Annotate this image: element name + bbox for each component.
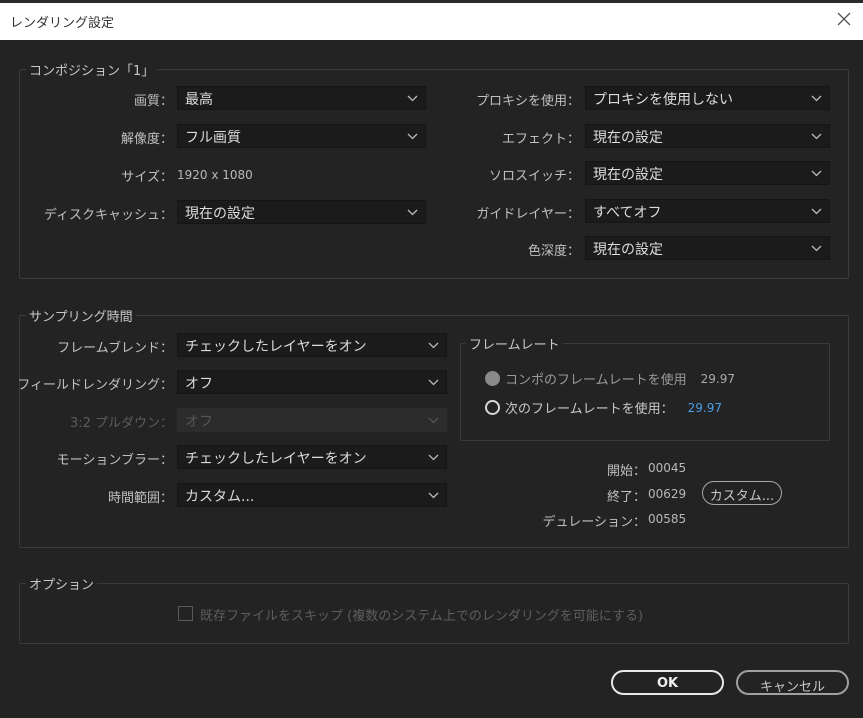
color-depth-select[interactable]: 現在の設定: [585, 236, 830, 260]
frame-rate-title: フレームレート: [466, 334, 563, 353]
disk-cache-value: 現在の設定: [185, 206, 255, 222]
solo-value: 現在の設定: [593, 167, 663, 183]
chevron-down-icon: [428, 492, 439, 499]
options-title: オプション: [26, 574, 98, 593]
sampling-title: サンプリング時間: [26, 306, 136, 325]
title-bar: レンダリング設定: [0, 0, 863, 40]
composition-title: コンポジション「1」: [26, 60, 158, 79]
effects-label: エフェクト：: [501, 132, 580, 147]
color-depth-value: 現在の設定: [593, 242, 663, 258]
quality-select[interactable]: 最高: [177, 86, 426, 110]
motion-blur-value: チェックしたレイヤーをオン: [185, 451, 367, 467]
color-depth-label: 色深度：: [527, 244, 580, 259]
quality-value: 最高: [185, 92, 213, 108]
chevron-down-icon: [407, 133, 418, 140]
end-value: 00629: [648, 487, 687, 501]
pulldown-select: オフ: [177, 408, 447, 432]
size-value: 1920 x 1080: [177, 168, 253, 182]
time-span-label: 時間範囲：: [107, 491, 173, 506]
guide-layers-value: すべてオフ: [593, 205, 662, 221]
motion-blur-select[interactable]: チェックしたレイヤーをオン: [177, 445, 447, 469]
chevron-down-icon: [428, 454, 439, 461]
chevron-down-icon: [811, 95, 822, 102]
use-comp-rate-label: コンポのフレームレートを使用: [505, 373, 687, 388]
use-comp-rate-radio[interactable]: コンポのフレームレートを使用 29.97: [485, 369, 735, 388]
chevron-down-icon: [811, 245, 822, 252]
skip-existing-checkbox[interactable]: [178, 606, 193, 621]
resolution-label: 解像度：: [120, 132, 173, 147]
field-render-value: オフ: [185, 376, 213, 392]
size-label: サイズ：: [121, 170, 173, 185]
resolution-value: フル画質: [185, 130, 241, 146]
custom-button[interactable]: カスタム...: [702, 481, 782, 505]
chevron-down-icon: [811, 170, 822, 177]
disk-cache-label: ディスクキャッシュ：: [43, 208, 173, 223]
proxy-label: プロキシを使用：: [475, 94, 580, 109]
end-label: 終了：: [606, 490, 646, 505]
time-span-value: カスタム...: [185, 489, 255, 505]
skip-existing-label: 既存ファイルをスキップ (複数のシステム上でのレンダリングを可能にする): [200, 609, 644, 624]
motion-blur-label: モーションブラー：: [56, 453, 173, 468]
resolution-select[interactable]: フル画質: [177, 124, 426, 148]
chevron-down-icon: [428, 342, 439, 349]
radio-icon: [485, 400, 500, 415]
proxy-select[interactable]: プロキシを使用しない: [585, 86, 830, 110]
frame-rate-group: [460, 343, 830, 441]
effects-value: 現在の設定: [593, 130, 663, 146]
quality-label: 画質：: [133, 94, 173, 109]
duration-value: 00585: [648, 512, 687, 526]
frame-blend-value: チェックしたレイヤーをオン: [185, 339, 367, 355]
chevron-down-icon: [407, 209, 418, 216]
start-value: 00045: [648, 461, 687, 475]
chevron-down-icon: [428, 417, 439, 424]
radio-icon: [485, 371, 500, 386]
proxy-value: プロキシを使用しない: [593, 92, 733, 108]
use-this-rate-radio[interactable]: 次のフレームレートを使用： 29.97: [485, 398, 722, 417]
solo-label: ソロスイッチ：: [488, 169, 580, 184]
solo-select[interactable]: 現在の設定: [585, 161, 830, 185]
use-this-rate-label: 次のフレームレートを使用：: [505, 402, 674, 417]
effects-select[interactable]: 現在の設定: [585, 124, 830, 148]
ok-button[interactable]: OK: [611, 670, 724, 695]
time-span-select[interactable]: カスタム...: [177, 483, 447, 507]
window-title: レンダリング設定: [10, 16, 115, 31]
duration-label: デュレーション：: [542, 515, 646, 530]
field-render-select[interactable]: オフ: [177, 370, 447, 394]
close-icon[interactable]: [835, 10, 853, 28]
field-render-label: フィールドレンダリング：: [17, 378, 173, 393]
chevron-down-icon: [407, 95, 418, 102]
use-comp-rate-value: 29.97: [700, 371, 735, 386]
chevron-down-icon: [428, 379, 439, 386]
use-this-rate-value[interactable]: 29.97: [688, 401, 722, 415]
pulldown-label: 3:2 プルダウン：: [69, 416, 173, 431]
disk-cache-select[interactable]: 現在の設定: [177, 200, 426, 224]
pulldown-value: オフ: [185, 414, 213, 430]
chevron-down-icon: [811, 133, 822, 140]
frame-blend-select[interactable]: チェックしたレイヤーをオン: [177, 333, 447, 357]
guide-layers-label: ガイドレイヤー：: [476, 207, 580, 222]
frame-blend-label: フレームブレンド：: [57, 341, 173, 356]
chevron-down-icon: [811, 208, 822, 215]
guide-layers-select[interactable]: すべてオフ: [585, 199, 830, 223]
cancel-button[interactable]: キャンセル: [736, 670, 849, 695]
start-label: 開始：: [606, 464, 646, 479]
